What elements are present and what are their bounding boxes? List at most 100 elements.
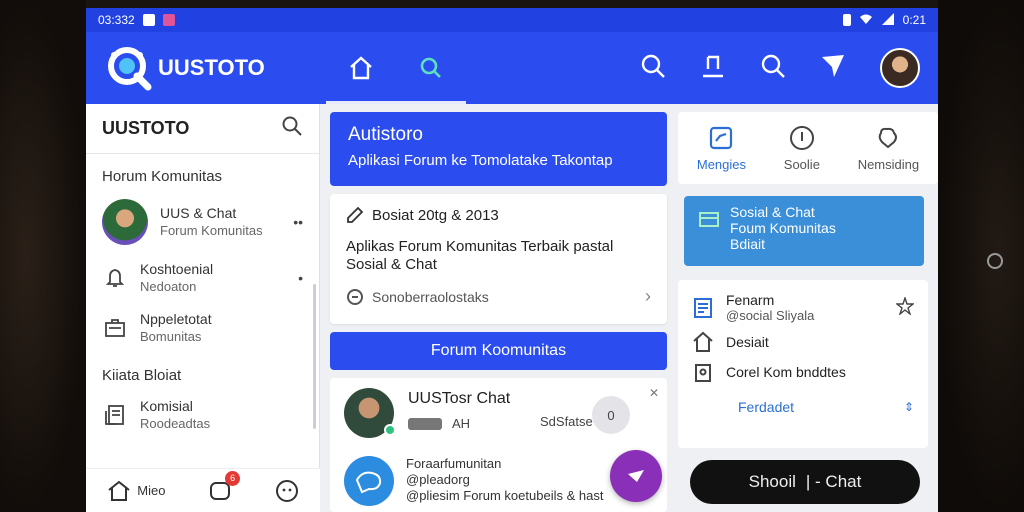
chat-title: UUSTosr Chat (408, 390, 511, 407)
clipboard-icon (695, 364, 711, 382)
bottom-nav-messages[interactable]: 6 (208, 470, 241, 503)
sort-icon: ⇕ (903, 400, 914, 414)
info-sub: Foum Komunitas (730, 220, 836, 236)
sidebar-scrollbar[interactable] (313, 284, 316, 429)
sidebar-item-label: Komisial (140, 398, 193, 414)
list-item[interactable]: Corel Kom bnddtes (692, 357, 914, 387)
top-nav (326, 32, 466, 104)
post-footer: Sonoberraolostaks (372, 288, 489, 305)
app-screen: 03:332 0:21 UUSTOTO UUSTOTO Horum Komuni… (86, 8, 938, 512)
document-icon (694, 297, 712, 318)
quick-action-label: Nemsiding (857, 156, 920, 172)
chat-card[interactable]: UUSTosr Chat AH SdSfatse 0 ✕ Foraarfumun… (330, 378, 667, 512)
sidebar-section-heading: Horum Komunitas (102, 168, 223, 185)
more-icon[interactable]: •• (293, 214, 303, 230)
sidebar-item-label: Koshtoenial (140, 261, 214, 277)
bottom-nav: Mieo 6 (86, 468, 320, 512)
status-time-left: 03:332 (98, 13, 135, 27)
quick-action-label: Soolie (783, 156, 820, 172)
sidebar-header: UUSTOTO (86, 104, 319, 154)
info-card[interactable]: Sosial & Chat Foum Komunitas Bdiait (684, 196, 924, 266)
sidebar-item-chat[interactable]: UUS & Chat Forum Komunitas •• (86, 191, 319, 253)
tab-search[interactable] (396, 32, 466, 104)
briefcase-icon (102, 315, 128, 341)
quick-action-settings[interactable]: Nemsiding (858, 125, 919, 172)
home-icon (350, 56, 372, 80)
list-item-title: Desiait (726, 334, 769, 350)
status-time-right: 0:21 (902, 13, 926, 27)
list-item-sub: @social Sliyala (726, 308, 815, 323)
forum-button[interactable]: Forum Koomunitas (330, 332, 667, 370)
chevron-right-icon[interactable]: › (645, 286, 651, 307)
document-icon (102, 402, 128, 428)
search-icon (420, 57, 441, 78)
compose-fab[interactable] (610, 450, 662, 502)
notification-badge: 6 (225, 470, 241, 486)
camera-dot (987, 253, 1003, 269)
more-icon[interactable]: • (298, 270, 303, 286)
send-icon (628, 470, 644, 482)
quick-actions: Mengies Soolie Nemsiding (678, 112, 938, 184)
sidebar-item-sub: Bomunitas (140, 329, 202, 344)
bottom-nav-label: Mieo (137, 483, 166, 498)
wifi-icon (859, 13, 873, 28)
inbox-icon (699, 212, 719, 227)
chat-side-label: SdSfatse (540, 414, 593, 429)
logo-icon (106, 45, 152, 91)
sidebar-item-sub: Nedoaton (140, 279, 197, 294)
chat-meta: AH (452, 416, 471, 431)
hero-banner[interactable]: Autistoro Aplikasi Forum ke Tomolatake T… (330, 112, 667, 186)
list-link[interactable]: Ferdadet ⇕ (692, 399, 914, 415)
device-bezel-left (0, 0, 86, 512)
bottom-nav-emoji[interactable] (275, 479, 299, 503)
right-panel: Mengies Soolie Nemsiding Sosial & Chat F… (678, 112, 938, 504)
quick-action-social[interactable]: Soolie (784, 125, 820, 172)
send-icon[interactable] (820, 53, 846, 84)
sidebar-item-community[interactable]: Komisial Roodeadtas (86, 390, 319, 440)
sidebar-item-label: UUS & Chat (160, 205, 237, 221)
list-item[interactable]: Desiait (692, 327, 914, 357)
main-feed: Autistoro Aplikasi Forum ke Tomolatake T… (330, 112, 667, 512)
chat2-sub: @pliesim Forum koetubeils & hast (406, 488, 604, 503)
sidebar-item-notification[interactable]: Koshtoenial Nedoaton • (86, 253, 319, 303)
search-icon[interactable] (640, 53, 666, 84)
list-item[interactable]: Fenarm @social Sliyala (692, 288, 915, 327)
quick-action-messages[interactable]: Mengies (697, 125, 746, 172)
chat2-title: Foraarfumunitan (406, 456, 502, 471)
menu-list-card: Fenarm @social Sliyala Desiait Corel Kom… (678, 280, 928, 448)
home-icon (693, 331, 713, 352)
list-link-label: Ferdadet (738, 399, 795, 415)
user-avatar[interactable] (880, 48, 920, 88)
sidebar-title: UUSTOTO (102, 118, 190, 138)
close-icon[interactable]: ✕ (649, 386, 659, 400)
unread-count[interactable]: 0 (592, 396, 630, 434)
chat-button[interactable]: Shooil | - Chat (690, 460, 920, 504)
info-title: Sosial & Chat (730, 204, 815, 220)
tab-home[interactable] (326, 32, 466, 104)
list-item-title: Fenarm (726, 292, 775, 308)
profile-icon[interactable] (700, 53, 726, 84)
list-item-title: Corel Kom bnddtes (726, 364, 846, 380)
search-icon[interactable] (281, 115, 303, 142)
sidebar-item-apps[interactable]: Nppeletotat Bomunitas (86, 303, 319, 353)
sidebar: UUSTOTO Horum Komunitas UUS & Chat Forum… (86, 104, 320, 512)
sidebar-item-sub: Forum Komunitas (160, 223, 263, 238)
chat2-sub: @pleadorg (406, 472, 470, 487)
home-icon (108, 480, 130, 501)
sidebar-section-heading: Kiiata Bloiat (102, 367, 182, 384)
post-text: Aplikas Forum Komunitas Terbaik pastal S… (346, 238, 614, 273)
quick-action-label: Mengies (696, 156, 747, 172)
info-sub: Bdiait (730, 236, 766, 252)
app-logo[interactable]: UUSTOTO (106, 45, 265, 91)
post-card[interactable]: Bosiat 20tg & 2013 Aplikas Forum Komunit… (330, 194, 667, 324)
notification-icon (142, 14, 155, 26)
battery-icon (842, 14, 851, 26)
emoji-icon (275, 479, 298, 502)
star-icon[interactable] (895, 295, 915, 318)
signal-icon (881, 12, 895, 28)
status-pill (408, 417, 442, 430)
bottom-nav-home[interactable]: Mieo (107, 480, 165, 502)
search-alt-icon[interactable] (760, 53, 786, 84)
logo-text: UUSTOTO (158, 55, 265, 80)
device-bezel-right (938, 0, 1024, 512)
